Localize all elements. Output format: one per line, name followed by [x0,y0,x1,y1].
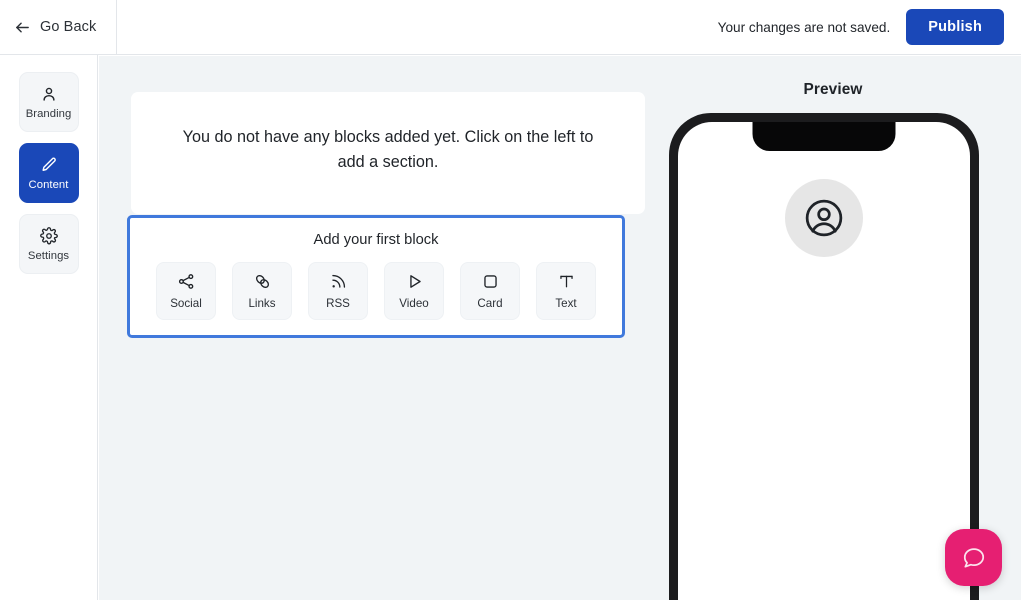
block-option-text[interactable]: Text [536,262,596,320]
sidebar-item-settings[interactable]: Settings [18,214,79,274]
chat-bubble-icon [961,545,987,571]
block-picker-title: Add your first block [313,232,439,248]
block-option-card[interactable]: Card [460,262,520,320]
gear-icon [39,226,58,245]
block-option-rss[interactable]: RSS [308,262,368,320]
arrow-left-icon [14,19,31,36]
user-circle-icon [802,196,846,240]
empty-state-card: You do not have any blocks added yet. Cl… [131,92,645,214]
card-square-icon [481,272,500,291]
phone-screen [678,122,970,600]
block-option-label: Links [248,297,276,310]
block-picker-row: Social Links RSS Video Card Text [130,262,622,320]
block-option-label: Video [399,297,429,310]
sidebar-item-label: Content [28,178,69,191]
phone-notch [752,122,896,151]
block-picker-panel: Add your first block Social Links RSS Vi… [127,215,625,338]
empty-state-message: You do not have any blocks added yet. Cl… [182,128,594,171]
pencil-icon [40,156,58,174]
go-back-label: Go Back [40,19,97,35]
publish-button[interactable]: Publish [906,9,1004,45]
share-nodes-icon [177,272,196,291]
go-back-button[interactable]: Go Back [0,0,118,55]
play-triangle-icon [405,272,424,291]
block-option-label: Social [170,297,202,310]
preview-column: Preview [645,56,1021,600]
preview-title: Preview [803,81,863,98]
avatar [785,179,863,257]
block-option-links[interactable]: Links [232,262,292,320]
phone-mockup [669,113,979,600]
block-option-social[interactable]: Social [156,262,216,320]
left-sidebar: Branding Content Settings [0,55,98,600]
workspace: You do not have any blocks added yet. Cl… [99,56,1021,600]
chain-link-icon [253,272,272,291]
top-bar-actions: Your changes are not saved. Publish [718,9,1021,45]
rss-feed-icon [329,272,348,291]
sidebar-item-label: Branding [25,107,72,120]
sidebar-item-branding[interactable]: Branding [18,72,79,132]
sidebar-item-content[interactable]: Content [18,143,79,203]
user-icon [40,85,58,103]
text-t-icon [557,272,576,291]
block-option-label: RSS [326,297,350,310]
block-option-label: Card [477,297,503,310]
help-chat-button[interactable] [945,529,1002,586]
sidebar-item-label: Settings [27,249,70,262]
block-option-video[interactable]: Video [384,262,444,320]
unsaved-changes-text: Your changes are not saved. [717,19,891,35]
block-option-label: Text [555,297,577,310]
top-bar: Go Back Your changes are not saved. Publ… [0,0,1021,55]
